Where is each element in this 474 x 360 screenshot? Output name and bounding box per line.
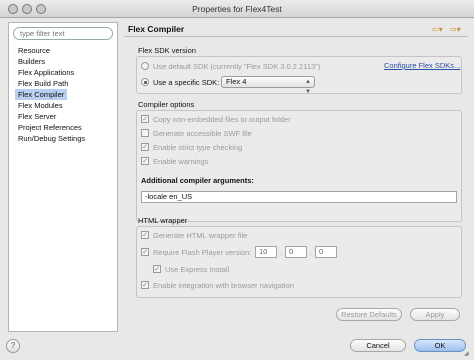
generate-html-label: Generate HTML wrapper file	[153, 231, 248, 240]
express-install-label: Use Express Install	[165, 265, 230, 274]
additional-args-label: Additional compiler arguments:	[141, 176, 254, 185]
copy-files-label: Copy non-embedded files to output folder	[153, 115, 291, 124]
require-flash-checkbox[interactable]: ✓ Require Flash Player version:	[141, 247, 251, 258]
help-button[interactable]: ?	[6, 339, 20, 353]
forward-arrow-icon[interactable]: ⇨▾	[450, 25, 461, 34]
restore-defaults-button[interactable]: Restore Defaults	[336, 308, 402, 321]
back-arrow-icon[interactable]: ⇦▾	[432, 25, 443, 34]
sidebar-item-flex-compiler[interactable]: Flex Compiler	[15, 89, 68, 100]
sidebar-item-builders[interactable]: Builders	[15, 56, 48, 67]
strict-type-checkbox[interactable]: ✓ Enable strict type checking	[141, 142, 242, 153]
flash-version-revision-input[interactable]: 0	[315, 246, 337, 258]
use-default-sdk-radio[interactable]: Use default SDK (currently "Flex SDK 3.0…	[141, 61, 320, 72]
checkbox-checked-icon: ✓	[153, 265, 161, 274]
sidebar-item-flex-build-path[interactable]: Flex Build Path	[15, 78, 71, 89]
sidebar-item-flex-modules[interactable]: Flex Modules	[15, 100, 66, 111]
configure-sdks-link[interactable]: Configure Flex SDKs...	[384, 61, 460, 70]
version-dot: .	[280, 248, 283, 257]
enable-warnings-checkbox[interactable]: ✓ Enable warnings	[141, 156, 208, 167]
require-flash-label: Require Flash Player version:	[153, 248, 252, 257]
checkbox-checked-icon: ✓	[141, 231, 149, 240]
use-specific-sdk-radio[interactable]: Use a specific SDK:	[141, 77, 219, 88]
express-install-checkbox[interactable]: ✓ Use Express Install	[153, 264, 229, 275]
sdk-select[interactable]: Flex 4 ▲ ▼	[221, 76, 315, 95]
sidebar-item-run-debug-settings[interactable]: Run/Debug Settings	[15, 133, 88, 144]
browser-navigation-checkbox[interactable]: ✓ Enable integration with browser navigat…	[141, 280, 294, 291]
resize-grip-icon[interactable]: ◢	[464, 350, 472, 358]
copy-files-checkbox[interactable]: ✓ Copy non-embedded files to output folde…	[141, 114, 291, 125]
sidebar: Resource Builders Flex Applications Flex…	[8, 22, 118, 332]
enable-warnings-label: Enable warnings	[153, 157, 209, 166]
sidebar-item-resource[interactable]: Resource	[15, 45, 53, 56]
page-title: Flex Compiler	[128, 24, 185, 34]
filter-input[interactable]	[13, 27, 113, 40]
checkbox-checked-icon: ✓	[141, 143, 149, 152]
flash-version-major-input[interactable]: 10	[255, 246, 277, 258]
checkbox-checked-icon: ✓	[141, 281, 149, 290]
title-bar: Properties for Flex4Test	[0, 0, 474, 18]
html-wrapper-section-label: HTML wrapper	[138, 216, 188, 225]
sdk-section-label: Flex SDK version	[138, 46, 196, 55]
window-title: Properties for Flex4Test	[192, 4, 282, 14]
checkbox-checked-icon: ✓	[141, 115, 149, 124]
cancel-button[interactable]: Cancel	[350, 339, 406, 352]
sdk-select-value: Flex 4	[226, 77, 247, 86]
accessible-swf-label: Generate accessible SWF file	[153, 129, 252, 138]
sidebar-item-project-references[interactable]: Project References	[15, 122, 85, 133]
strict-type-label: Enable strict type checking	[153, 143, 243, 152]
checkbox-checked-icon: ✓	[141, 157, 149, 166]
checkbox-checked-icon: ✓	[141, 248, 149, 257]
use-default-sdk-label: Use default SDK (currently "Flex SDK 3.0…	[153, 62, 321, 71]
radio-icon	[141, 62, 149, 71]
html-wrapper-group: ✓ Generate HTML wrapper file ✓ Require Fla…	[136, 226, 462, 298]
checkbox-unchecked-icon	[141, 129, 149, 138]
flash-version-minor-input[interactable]: 0	[285, 246, 307, 258]
additional-args-input[interactable]: -locale en_US	[141, 191, 457, 203]
use-specific-sdk-label: Use a specific SDK:	[153, 78, 220, 87]
select-chevron-icon: ▲ ▼	[305, 79, 311, 95]
sidebar-item-flex-server[interactable]: Flex Server	[15, 111, 59, 122]
radio-selected-icon	[141, 78, 149, 87]
page-header: Flex Compiler ⇦▾ ⇨▾	[124, 22, 468, 37]
main-panel: Flex Compiler ⇦▾ ⇨▾ Flex SDK version Use…	[124, 22, 468, 332]
browser-navigation-label: Enable integration with browser navigati…	[153, 281, 294, 290]
accessible-swf-checkbox[interactable]: Generate accessible SWF file	[141, 128, 252, 139]
sidebar-item-flex-applications[interactable]: Flex Applications	[15, 67, 77, 78]
apply-button[interactable]: Apply	[410, 308, 460, 321]
sdk-group: Use default SDK (currently "Flex SDK 3.0…	[136, 56, 462, 95]
compiler-section-label: Compiler options	[138, 100, 195, 109]
generate-html-checkbox[interactable]: ✓ Generate HTML wrapper file	[141, 230, 247, 241]
version-dot: .	[310, 248, 313, 257]
ok-button[interactable]: OK	[414, 339, 466, 352]
compiler-options-group: ✓ Copy non-embedded files to output folde…	[136, 110, 462, 222]
